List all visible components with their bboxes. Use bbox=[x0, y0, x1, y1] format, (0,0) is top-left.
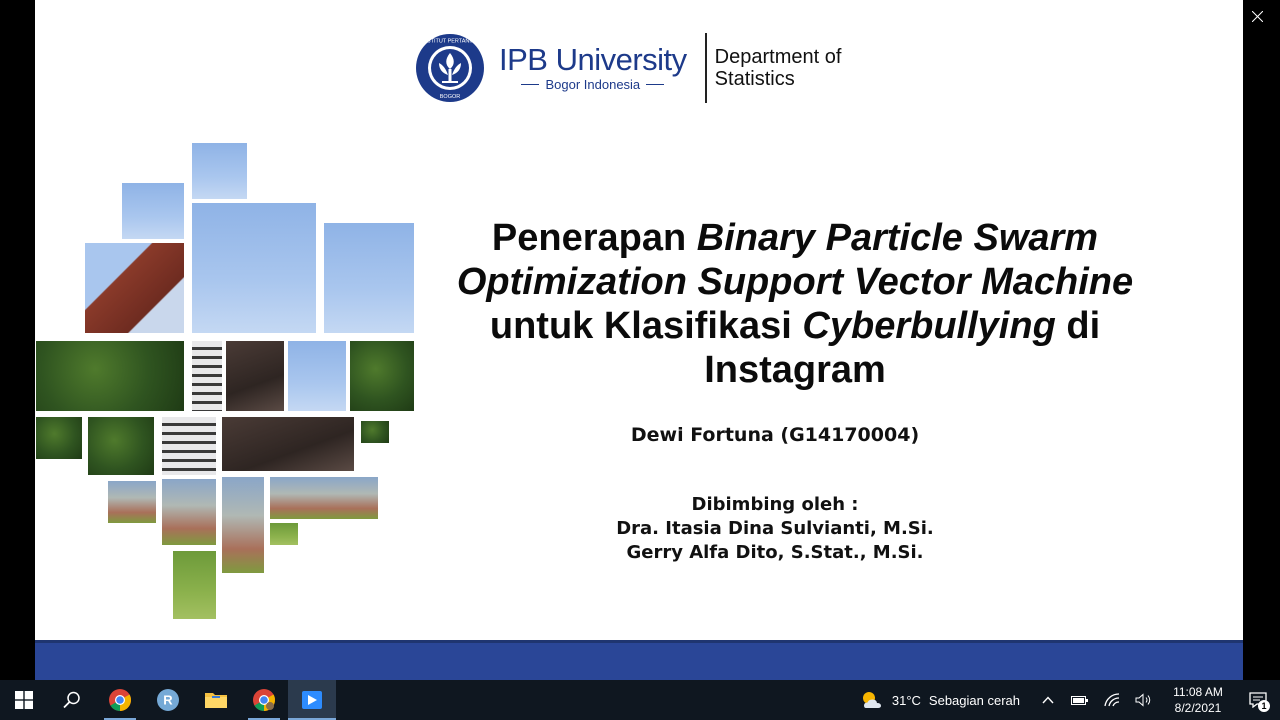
ipb-seal-icon: INSTITUT PERTANIAN BOGOR bbox=[416, 34, 484, 102]
photo-tile bbox=[121, 182, 185, 240]
folder-icon bbox=[205, 693, 227, 708]
author-name: Dewi Fortuna (G14170004) bbox=[630, 424, 920, 446]
photo-tile bbox=[191, 340, 223, 412]
department-line-1: Department of bbox=[714, 46, 842, 68]
photo-tile bbox=[323, 222, 415, 334]
title-text: untuk Klasifikasi bbox=[489, 305, 803, 347]
chrome-icon bbox=[109, 689, 131, 711]
photo-tile bbox=[161, 416, 217, 476]
video-icon bbox=[302, 691, 322, 709]
wifi-icon bbox=[1104, 693, 1120, 707]
search-button[interactable] bbox=[48, 680, 96, 720]
chrome-icon bbox=[253, 689, 275, 711]
photo-tile bbox=[172, 550, 217, 620]
r-letter: R bbox=[163, 693, 173, 708]
department-name: Department of Statistics bbox=[715, 46, 842, 90]
campus-photo-mosaic bbox=[35, 140, 425, 625]
battery-button[interactable] bbox=[1064, 680, 1096, 720]
presentation-slide: INSTITUT PERTANIAN BOGOR IPB University … bbox=[35, 0, 1243, 680]
volume-button[interactable] bbox=[1128, 680, 1160, 720]
clock-date: 8/2/2021 bbox=[1174, 701, 1222, 715]
photo-tile bbox=[349, 340, 415, 412]
windows-icon bbox=[15, 691, 33, 709]
photo-tile bbox=[161, 478, 217, 546]
advisor-name: Dra. Itasia Dina Sulvianti, M.Si. bbox=[616, 518, 934, 539]
logo-divider bbox=[704, 33, 707, 103]
system-tray: 31°C Sebagian cerah 11:08 AM 8/2/2021 1 bbox=[848, 680, 1280, 720]
windows-taskbar: R 31°C Sebagian cerah 11:08 AM 8/2/2021 … bbox=[0, 680, 1280, 720]
slide-footer-band bbox=[35, 643, 1243, 680]
show-hidden-icons-button[interactable] bbox=[1032, 680, 1064, 720]
photo-tile bbox=[191, 202, 317, 334]
close-icon bbox=[1251, 10, 1263, 22]
title-text: Penerapan bbox=[491, 217, 697, 259]
photo-tile bbox=[287, 340, 347, 412]
partly-sunny-icon bbox=[862, 692, 881, 708]
logo-text: IPB University Bogor Indonesia bbox=[499, 42, 687, 93]
seal-text-top: INSTITUT PERTANIAN bbox=[421, 39, 478, 45]
location-text: Bogor Indonesia bbox=[545, 77, 641, 92]
weather-desc: Sebagian cerah bbox=[928, 692, 1020, 708]
photo-tile bbox=[225, 340, 285, 412]
weather-temp: 31°C bbox=[891, 692, 921, 708]
photo-tile bbox=[35, 416, 83, 460]
photo-tile bbox=[221, 416, 355, 472]
taskbar-chrome-2[interactable] bbox=[240, 680, 288, 720]
photo-tile bbox=[360, 420, 390, 444]
title-italic-text: Cyberbullying bbox=[802, 305, 1056, 347]
photo-tile bbox=[221, 476, 265, 574]
taskbar-meeting[interactable] bbox=[288, 680, 336, 720]
chevron-up-icon bbox=[1042, 696, 1054, 704]
start-button[interactable] bbox=[0, 680, 48, 720]
university-name: IPB University bbox=[499, 42, 687, 77]
photo-tile bbox=[84, 242, 185, 334]
photo-tile bbox=[191, 142, 248, 200]
advisor-name: Gerry Alfa Dito, S.Stat., M.Si. bbox=[626, 542, 924, 563]
photo-tile bbox=[35, 340, 185, 412]
seal-text-bottom: BOGOR bbox=[440, 94, 461, 100]
department-line-2: Statistics bbox=[714, 68, 795, 90]
advisors-heading: Dibimbing oleh : bbox=[691, 494, 859, 515]
photo-tile bbox=[269, 476, 379, 520]
photo-tile bbox=[269, 522, 299, 546]
university-location: Bogor Indonesia bbox=[521, 77, 665, 92]
slide-title: Penerapan Binary Particle Swarm Optimiza… bbox=[445, 216, 1145, 392]
ipb-logo-block: INSTITUT PERTANIAN BOGOR IPB University … bbox=[415, 32, 841, 104]
taskbar-r[interactable]: R bbox=[144, 680, 192, 720]
notifications-button[interactable]: 1 bbox=[1236, 680, 1280, 720]
battery-icon bbox=[1071, 696, 1088, 705]
taskbar-file-explorer[interactable] bbox=[192, 680, 240, 720]
search-icon bbox=[63, 691, 80, 709]
r-icon: R bbox=[157, 689, 179, 711]
clock-time: 11:08 AM bbox=[1173, 685, 1223, 699]
speaker-icon bbox=[1135, 693, 1151, 707]
weather-widget[interactable]: 31°C Sebagian cerah bbox=[848, 680, 1032, 720]
notification-count-badge: 1 bbox=[1258, 700, 1270, 712]
photo-tile bbox=[87, 416, 155, 476]
photo-tile bbox=[107, 480, 157, 524]
clock[interactable]: 11:08 AM 8/2/2021 bbox=[1160, 680, 1236, 720]
taskbar-chrome[interactable] bbox=[96, 680, 144, 720]
network-button[interactable] bbox=[1096, 680, 1128, 720]
